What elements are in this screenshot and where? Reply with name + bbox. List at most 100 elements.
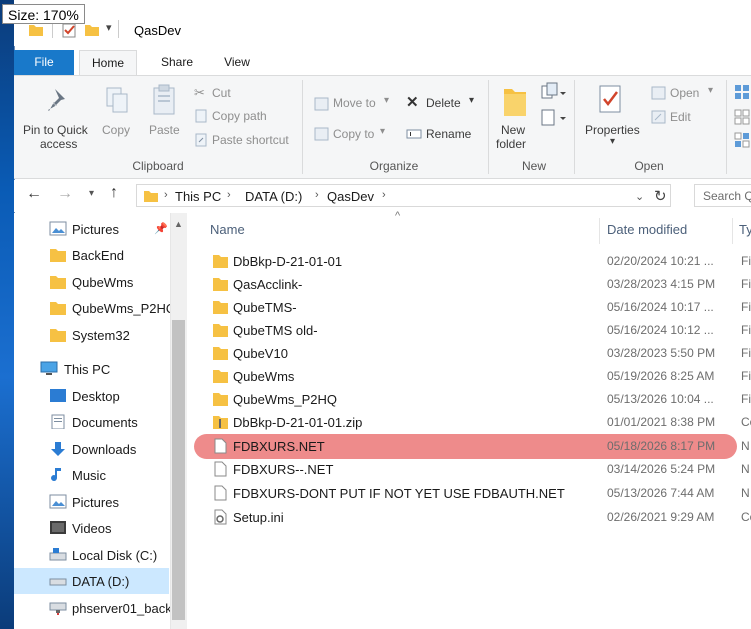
nav-item-this-pc[interactable]: This PC [14,356,169,382]
file-date: 05/16/2024 10:17 ... [607,300,714,314]
nav-item-backend[interactable]: BackEnd [14,242,169,268]
breadcrumb-separator-icon[interactable]: › [227,189,231,201]
file-date: 05/13/2026 7:44 AM [607,486,715,500]
file-row[interactable]: QubeTMS old- 05/16/2024 10:12 ... Fi [197,319,751,341]
delete-button[interactable]: Delete [426,96,461,110]
easy-access-icon[interactable] [540,108,566,128]
open-button[interactable]: Open [670,86,699,100]
file-type: Co [741,415,751,429]
file-date: 03/28/2023 4:15 PM [607,277,716,291]
new-item-icon[interactable] [540,82,566,102]
scroll-up-icon[interactable]: ▲ [174,219,183,229]
customize-qa-dropdown-icon[interactable]: ▾ [106,21,112,34]
breadcrumb-this-pc[interactable]: This PC [175,189,221,204]
nav-item-label: BackEnd [72,248,125,263]
column-divider[interactable] [599,218,600,244]
nav-item-label: System32 [72,328,130,343]
file-type: Fi [741,323,751,337]
tab-share[interactable]: Share [154,50,200,75]
invert-selection-icon[interactable] [734,132,751,149]
file-date: 05/18/2026 8:17 PM [607,439,716,453]
tab-view[interactable]: View [217,50,257,75]
pin-to-quick-access-label-1[interactable]: Pin to Quick [23,123,88,137]
properties-button[interactable]: Properties [585,123,640,137]
properties-qa-icon[interactable] [61,22,77,38]
file-row[interactable]: QubeWms_P2HQ 05/13/2026 10:04 ... Fi [197,388,751,410]
paste-shortcut-button[interactable]: Paste shortcut [212,133,289,147]
forward-arrow-icon[interactable]: → [57,185,73,203]
refresh-icon[interactable]: ↻ [654,187,667,205]
nav-item-qubewms[interactable]: QubeWms [14,269,169,295]
edit-button[interactable]: Edit [670,110,691,124]
nav-item-qubewms-p2hq[interactable]: QubeWms_P2HQ [14,295,176,321]
new-folder-label-1[interactable]: New [501,123,525,137]
pin-to-quick-access-label-2[interactable]: access [40,137,77,151]
file-row[interactable]: DbBkp-D-21-01-01.zip 01/01/2021 8:38 PM … [197,411,751,433]
copy-path-button[interactable]: Copy path [212,109,267,123]
file-row[interactable]: QubeV10 03/28/2023 5:50 PM Fi [197,342,751,364]
nav-scrollbar-thumb[interactable] [172,320,185,620]
nav-item-pictures-quick[interactable]: Pictures [14,216,169,242]
back-arrow-icon[interactable]: ← [26,185,42,203]
nav-item-label: Pictures [72,222,119,237]
chevron-down-icon: ▾ [384,95,390,106]
address-bar[interactable]: › This PC › DATA (D:) › QasDev › ⌄ ↻ [136,184,671,207]
nav-item-music[interactable]: Music [14,462,169,488]
new-folder-qa-icon[interactable] [84,22,100,38]
folder-icon [213,301,228,314]
breadcrumb-separator-icon[interactable]: › [315,189,319,201]
new-folder-label-2[interactable]: folder [496,137,526,151]
search-input[interactable]: Search Q [694,184,751,207]
rename-button[interactable]: Rename [426,127,471,141]
ribbon: Pin to Quick access Copy Paste ✂ Cut Cop… [14,75,751,179]
tab-file[interactable]: File [14,50,74,75]
nav-item-desktop[interactable]: Desktop [14,383,169,409]
nav-item-label: Documents [72,415,138,430]
cut-button[interactable]: Cut [212,86,231,100]
file-row[interactable]: FDBXURS-DONT PUT IF NOT YET USE FDBAUTH.… [197,482,751,504]
nav-item-data-d[interactable]: DATA (D:) [14,568,169,594]
nav-item-phserver01-back[interactable]: phserver01_back [14,595,172,621]
file-row[interactable]: QubeWms 05/19/2026 8:25 AM Fi [197,365,751,387]
file-date: 05/13/2026 10:04 ... [607,392,714,406]
recent-locations-chevron-icon[interactable]: ▾ [89,188,94,199]
column-header-type[interactable]: Ty [739,222,751,237]
copy-button[interactable]: Copy [102,123,130,137]
drive-icon [49,578,67,586]
breadcrumb-qasdev[interactable]: QasDev [327,189,374,204]
file-row[interactable]: QubeTMS- 05/16/2024 10:17 ... Fi [197,296,751,318]
breadcrumb-separator-icon[interactable]: › [382,189,386,201]
copy-icon [106,87,128,113]
file-type: Fi [741,300,751,314]
paste-button[interactable]: Paste [149,123,180,137]
file-row[interactable]: QasAcclink- 03/28/2023 4:15 PM Fi [197,273,751,295]
folder-icon [213,370,228,383]
copy-to-button[interactable]: Copy to [333,127,374,141]
nav-item-videos[interactable]: Videos [14,515,169,541]
move-to-button[interactable]: Move to [333,96,376,110]
column-header-date-modified[interactable]: Date modified [607,222,687,237]
nav-item-system32[interactable]: System32 [14,322,169,348]
chevron-down-icon: ▾ [610,136,616,147]
file-row[interactable]: FDBXURS.NET 05/18/2026 8:17 PM N [197,435,751,457]
file-row[interactable]: Setup.ini 02/26/2021 9:29 AM Co [197,506,751,528]
up-arrow-icon[interactable]: ↑ [110,184,118,202]
file-row[interactable]: DbBkp-D-21-01-01 02/20/2024 10:21 ... Fi [197,250,751,272]
nav-item-local-disk-c[interactable]: Local Disk (C:) [14,542,169,568]
nav-item-downloads[interactable]: Downloads [14,436,169,462]
tab-home[interactable]: Home [79,50,137,75]
nav-item-pictures[interactable]: Pictures [14,489,169,515]
file-type: Fi [741,369,751,383]
nav-item-documents[interactable]: Documents [14,409,169,435]
column-header-name[interactable]: Name [210,222,245,237]
select-none-icon[interactable] [734,109,751,126]
folder-icon [213,255,228,268]
nav-item-label: QubeWms [72,275,134,290]
select-all-icon[interactable] [734,84,751,101]
address-dropdown-chevron-icon[interactable]: ⌄ [635,190,644,203]
column-divider[interactable] [732,218,733,244]
file-row[interactable]: FDBXURS--.NET 03/14/2026 5:24 PM N [197,458,751,480]
breadcrumb-separator-icon[interactable]: › [164,189,168,201]
file-name: DbBkp-D-21-01-01 [233,254,343,269]
breadcrumb-data-drive[interactable]: DATA (D:) [245,189,302,204]
